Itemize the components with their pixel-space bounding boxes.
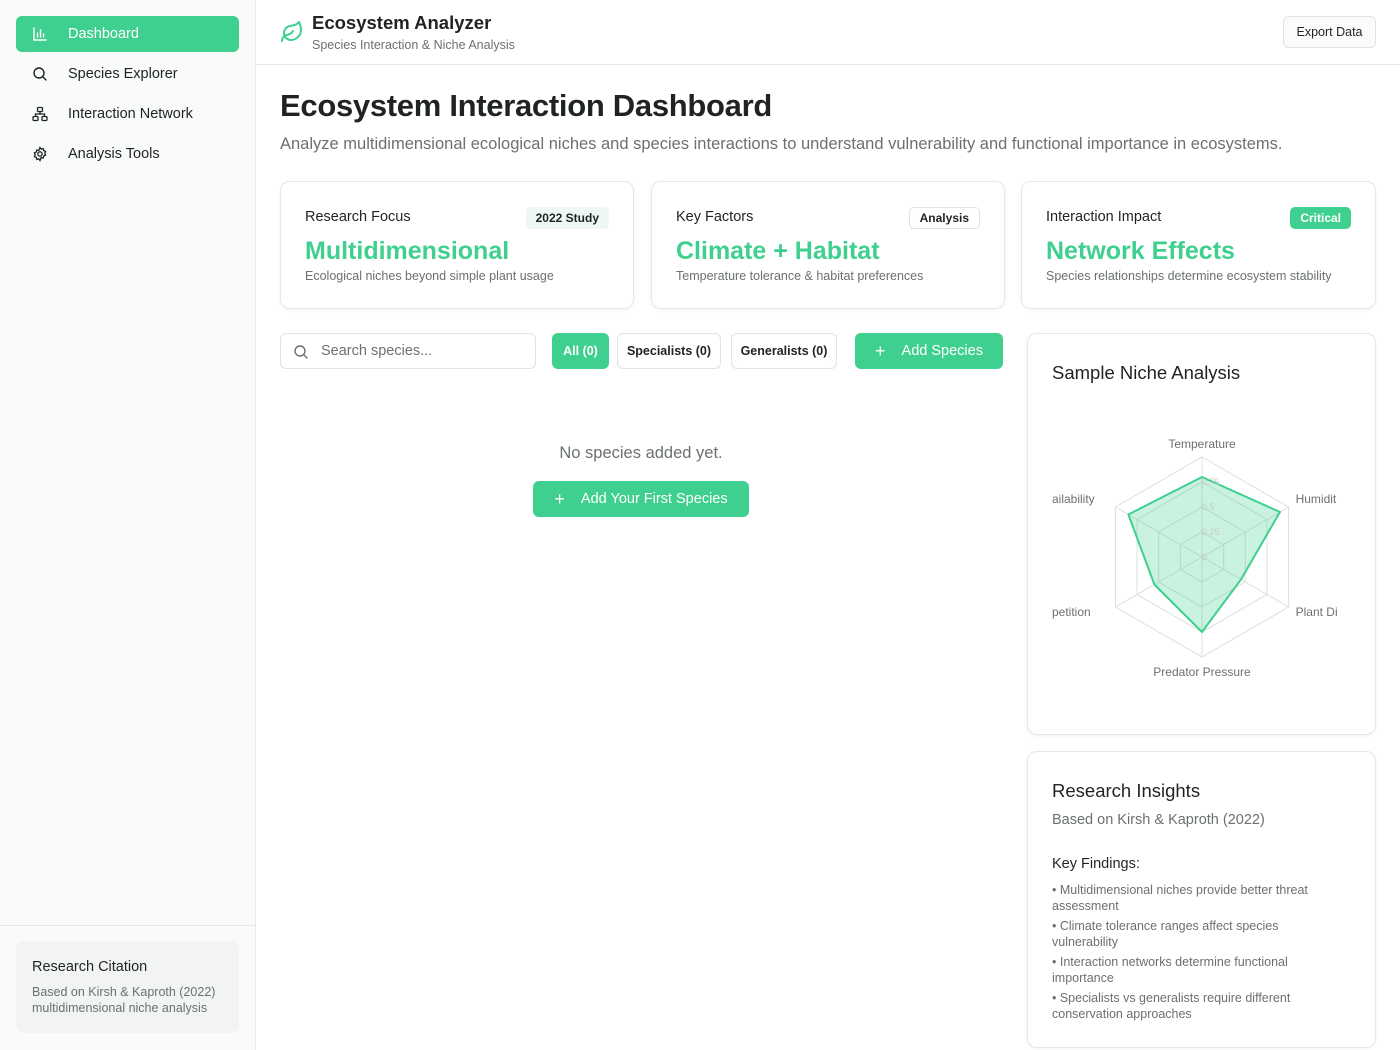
card-headline: Climate + Habitat: [676, 237, 880, 265]
leaf-icon: [280, 20, 304, 44]
card-subtext: Temperature tolerance & habitat preferen…: [676, 269, 924, 283]
bar-chart-icon: [32, 26, 48, 42]
finding-item: • Climate tolerance ranges affect specie…: [1052, 919, 1279, 949]
radar-axis-label: Humidit: [1296, 492, 1337, 506]
card-label: Interaction Impact: [1046, 209, 1162, 225]
finding-item: • Specialists vs generalists require dif…: [1052, 991, 1291, 1021]
card-subtext: Species relationships determine ecosyste…: [1046, 269, 1332, 283]
radar-axis-label: ailability: [1052, 492, 1095, 506]
card-badge: 2022 Study: [525, 207, 609, 229]
research-citation: Research Citation Based on Kirsh & Kapro…: [16, 941, 239, 1033]
card-label: Research Focus: [305, 209, 411, 225]
sidebar-item-species-explorer[interactable]: Species Explorer: [16, 56, 239, 92]
add-first-species-button[interactable]: + Add Your First Species: [533, 481, 749, 517]
app-title: Ecosystem Analyzer: [312, 12, 492, 33]
filter-specialists-button[interactable]: Specialists (0): [617, 333, 721, 369]
sidebar-item-label: Species Explorer: [68, 66, 178, 82]
card-badge: Critical: [1290, 207, 1351, 229]
card-headline: Multidimensional: [305, 237, 510, 265]
sidebar-item-label: Dashboard: [68, 26, 139, 42]
filter-generalists-button[interactable]: Generalists (0): [731, 333, 837, 369]
export-data-button[interactable]: Export Data: [1283, 16, 1376, 48]
research-focus-card: Research Focus 2022 Study Multidimension…: [280, 181, 634, 309]
panel-title: Research Insights: [1052, 780, 1201, 801]
page-title: Ecosystem Interaction Dashboard: [280, 88, 773, 123]
sidebar-item-dashboard[interactable]: Dashboard: [16, 16, 239, 52]
radar-tick-label: 0.25: [1202, 527, 1220, 537]
radar-tick-label: 0.5: [1202, 502, 1215, 512]
radar-axis-label: petition: [1052, 605, 1091, 619]
search-icon: [293, 344, 309, 360]
network-icon: [32, 106, 48, 122]
page-description: Analyze multidimensional ecological nich…: [280, 135, 1283, 153]
radar-chart: 0 0.25 0.5 0.75 Temperature Humidit Plant Di Pr…: [1052, 414, 1352, 704]
finding-item: • Interaction networks determine functio…: [1052, 955, 1288, 985]
card-headline: Network Effects: [1046, 237, 1235, 265]
radar-tick-label: 0.75: [1202, 477, 1220, 487]
card-subtext: Ecological niches beyond simple plant us…: [305, 269, 554, 283]
radar-axis-label: Plant Di: [1296, 605, 1338, 619]
add-species-button[interactable]: + Add Species: [855, 333, 1003, 369]
card-label: Key Factors: [676, 209, 754, 225]
sidebar-item-label: Interaction Network: [68, 106, 193, 122]
findings-list: • Multidimensional niches provide better…: [1052, 882, 1342, 1026]
add-species-label: Add Species: [901, 343, 983, 359]
empty-state-text: No species added yet.: [559, 444, 723, 462]
card-badge: Analysis: [908, 207, 980, 229]
gear-icon: [32, 146, 48, 162]
radar-tick-label: 0: [1202, 552, 1207, 562]
app-subtitle: Species Interaction & Niche Analysis: [312, 38, 515, 52]
sidebar: Dashboard Species Explorer Interaction N…: [0, 0, 256, 1050]
filter-all-button[interactable]: All (0): [552, 333, 609, 369]
sidebar-item-interaction-network[interactable]: Interaction Network: [16, 96, 239, 132]
species-search: [280, 333, 536, 369]
search-icon: [32, 66, 48, 82]
radar-axis-label: Temperature: [1168, 437, 1236, 451]
plus-icon: +: [554, 488, 565, 509]
research-insights-panel: Research Insights Based on Kirsh & Kapro…: [1027, 751, 1376, 1048]
radar-axis-label: Predator Pressure: [1153, 665, 1251, 679]
interaction-impact-card: Interaction Impact Critical Network Effe…: [1021, 181, 1376, 309]
add-first-species-label: Add Your First Species: [580, 491, 728, 507]
app-header: Ecosystem Analyzer Species Interaction &…: [256, 0, 1400, 65]
niche-analysis-panel: Sample Niche Analysis 0 0.25 0.5 0.75 Temper…: [1027, 333, 1376, 735]
key-findings-label: Key Findings:: [1052, 856, 1140, 872]
citation-title: Research Citation: [32, 959, 148, 975]
finding-item: • Multidimensional niches provide better…: [1052, 883, 1308, 913]
plus-icon: +: [875, 340, 886, 361]
sidebar-item-label: Analysis Tools: [68, 146, 160, 162]
sidebar-item-analysis-tools[interactable]: Analysis Tools: [16, 136, 239, 172]
radar-chart-svg: 0 0.25 0.5 0.75 Temperature Humidit Plant Di Pr…: [1052, 437, 1338, 679]
sidebar-nav: Dashboard Species Explorer Interaction N…: [0, 0, 255, 192]
key-factors-card: Key Factors Analysis Climate + Habitat T…: [651, 181, 1005, 309]
citation-text: Based on Kirsh & Kaproth (2022) multidim…: [32, 985, 216, 1015]
insights-subtitle: Based on Kirsh & Kaproth (2022): [1052, 812, 1265, 828]
panel-title: Sample Niche Analysis: [1052, 362, 1241, 383]
search-input[interactable]: [321, 334, 531, 368]
sidebar-divider: [0, 925, 255, 926]
